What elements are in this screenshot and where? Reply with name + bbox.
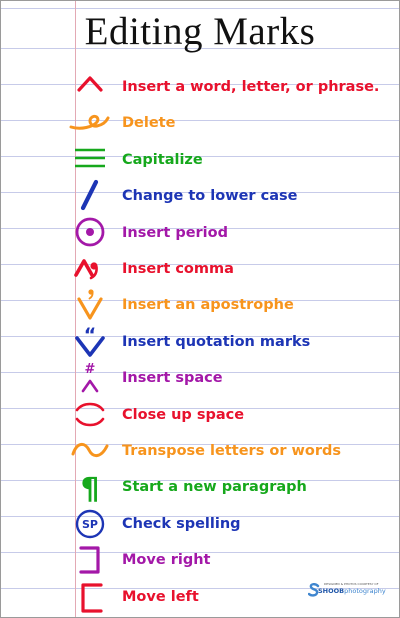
mark-label: Transpose letters or words	[122, 443, 342, 459]
caret-icon	[67, 69, 113, 105]
svg-text:“: “	[84, 324, 97, 346]
mark-row: Insert an apostrophe	[1, 287, 399, 323]
mark-label: Delete	[122, 115, 176, 132]
mark-label: Move left	[122, 588, 199, 605]
mark-label: Check spelling	[122, 515, 241, 532]
circled-period-icon	[67, 215, 113, 251]
mark-label: Insert quotation marks	[122, 333, 311, 350]
mark-label: Insert a word, letter, or phrase.	[122, 79, 380, 95]
mark-row: ¶ Start a new paragraph	[1, 469, 399, 505]
mark-row: Change to lower case	[1, 178, 399, 214]
mark-row: SP Check spelling	[1, 506, 399, 542]
mark-label: Insert space	[122, 370, 223, 387]
mark-row: Move right	[1, 542, 399, 578]
space-caret-icon: #	[67, 360, 113, 396]
mark-label: Insert comma	[122, 261, 234, 277]
mark-row: Capitalize	[1, 142, 399, 178]
mark-row: # Insert space	[1, 360, 399, 396]
comma-caret-icon	[67, 251, 113, 287]
mark-row: Transpose letters or words	[1, 433, 399, 469]
mark-label: Start a new paragraph	[122, 479, 307, 496]
svg-text:SP: SP	[82, 518, 98, 531]
mark-label: Close up space	[122, 406, 245, 423]
transpose-wave-icon	[67, 433, 113, 469]
right-bracket-icon	[67, 542, 113, 578]
slash-icon	[67, 178, 113, 214]
svg-text:¶: ¶	[80, 472, 99, 505]
photographer-credit: DESIGNED & PHOTOS COURTESY OF SHOOBphoto…	[306, 581, 396, 599]
triple-underline-icon	[67, 142, 113, 178]
credit-brand: SHOOBphotography	[318, 587, 386, 595]
close-up-arc-icon	[67, 397, 113, 433]
mark-row: Close up space	[1, 397, 399, 433]
mark-label: Capitalize	[122, 151, 203, 168]
mark-row: Insert a word, letter, or phrase.	[1, 69, 399, 105]
mark-label: Move right	[122, 552, 211, 569]
svg-text:#: #	[85, 362, 96, 377]
apostrophe-caret-icon	[67, 287, 113, 323]
mark-label: Change to lower case	[122, 188, 298, 205]
mark-label: Insert an apostrophe	[122, 297, 294, 314]
left-bracket-icon	[67, 579, 113, 615]
mark-row: Delete	[1, 105, 399, 141]
paragraph-icon: ¶	[67, 469, 113, 505]
credit-brand-light: photography	[344, 587, 386, 595]
quotation-caret-icon: “	[67, 324, 113, 360]
delete-loop-icon	[67, 105, 113, 141]
mark-label: Insert period	[122, 224, 228, 241]
sp-circle-icon: SP	[67, 506, 113, 542]
credit-brand-bold: SHOOB	[318, 587, 345, 595]
mark-row: Insert comma	[1, 251, 399, 287]
credit-small-text: DESIGNED & PHOTOS COURTESY OF	[324, 582, 379, 586]
mark-row: Insert period	[1, 215, 399, 251]
editing-marks-poster: Editing Marks Insert a word, letter, or …	[0, 0, 400, 618]
mark-row: “ Insert quotation marks	[1, 324, 399, 360]
poster-title: Editing Marks	[84, 10, 316, 53]
